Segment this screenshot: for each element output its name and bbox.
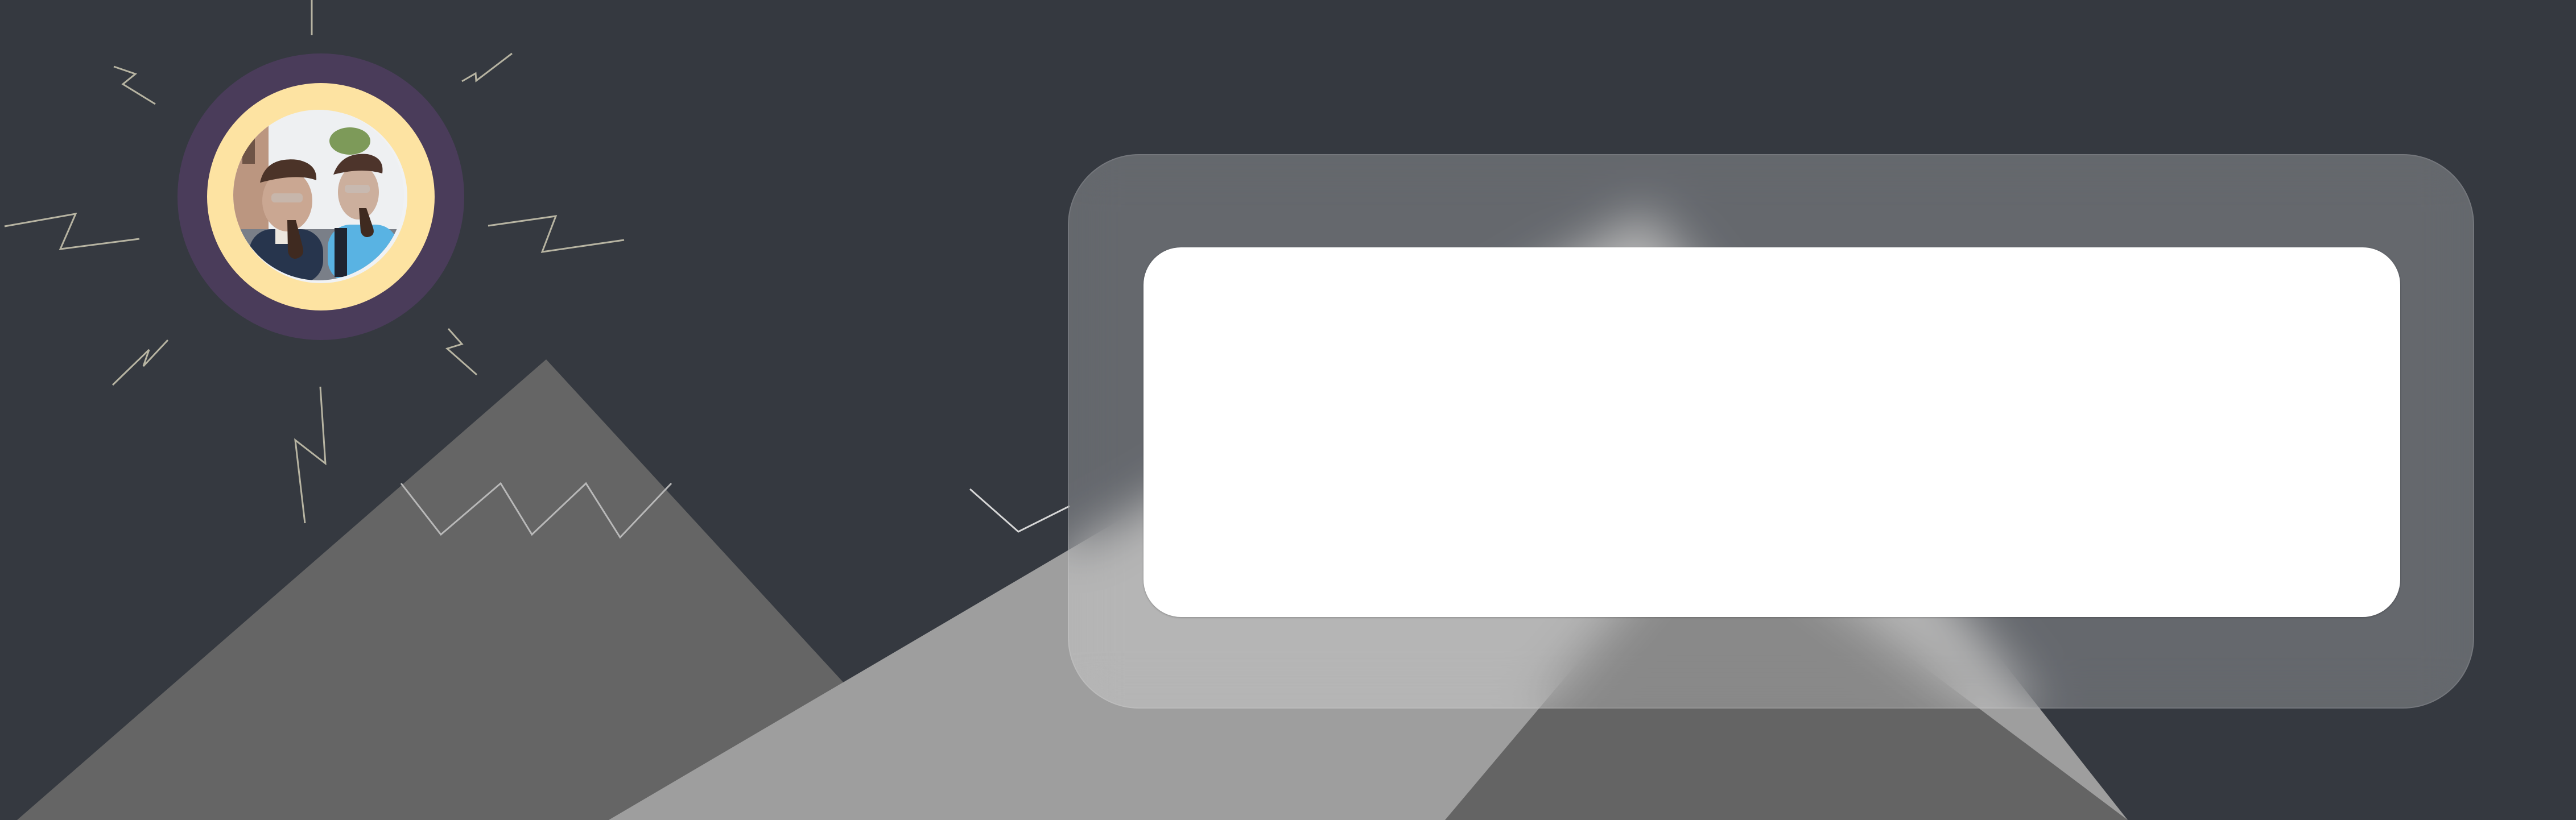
photo-tree bbox=[329, 127, 370, 155]
two-people-photo-icon bbox=[233, 110, 404, 280]
glass-panel bbox=[1068, 154, 2474, 709]
person-right-glasses bbox=[345, 185, 370, 193]
content-card bbox=[1143, 247, 2400, 617]
person-left-glasses bbox=[271, 193, 303, 202]
scene bbox=[0, 0, 2576, 820]
avatar-photo bbox=[233, 110, 404, 280]
person-right-strap bbox=[335, 228, 347, 277]
